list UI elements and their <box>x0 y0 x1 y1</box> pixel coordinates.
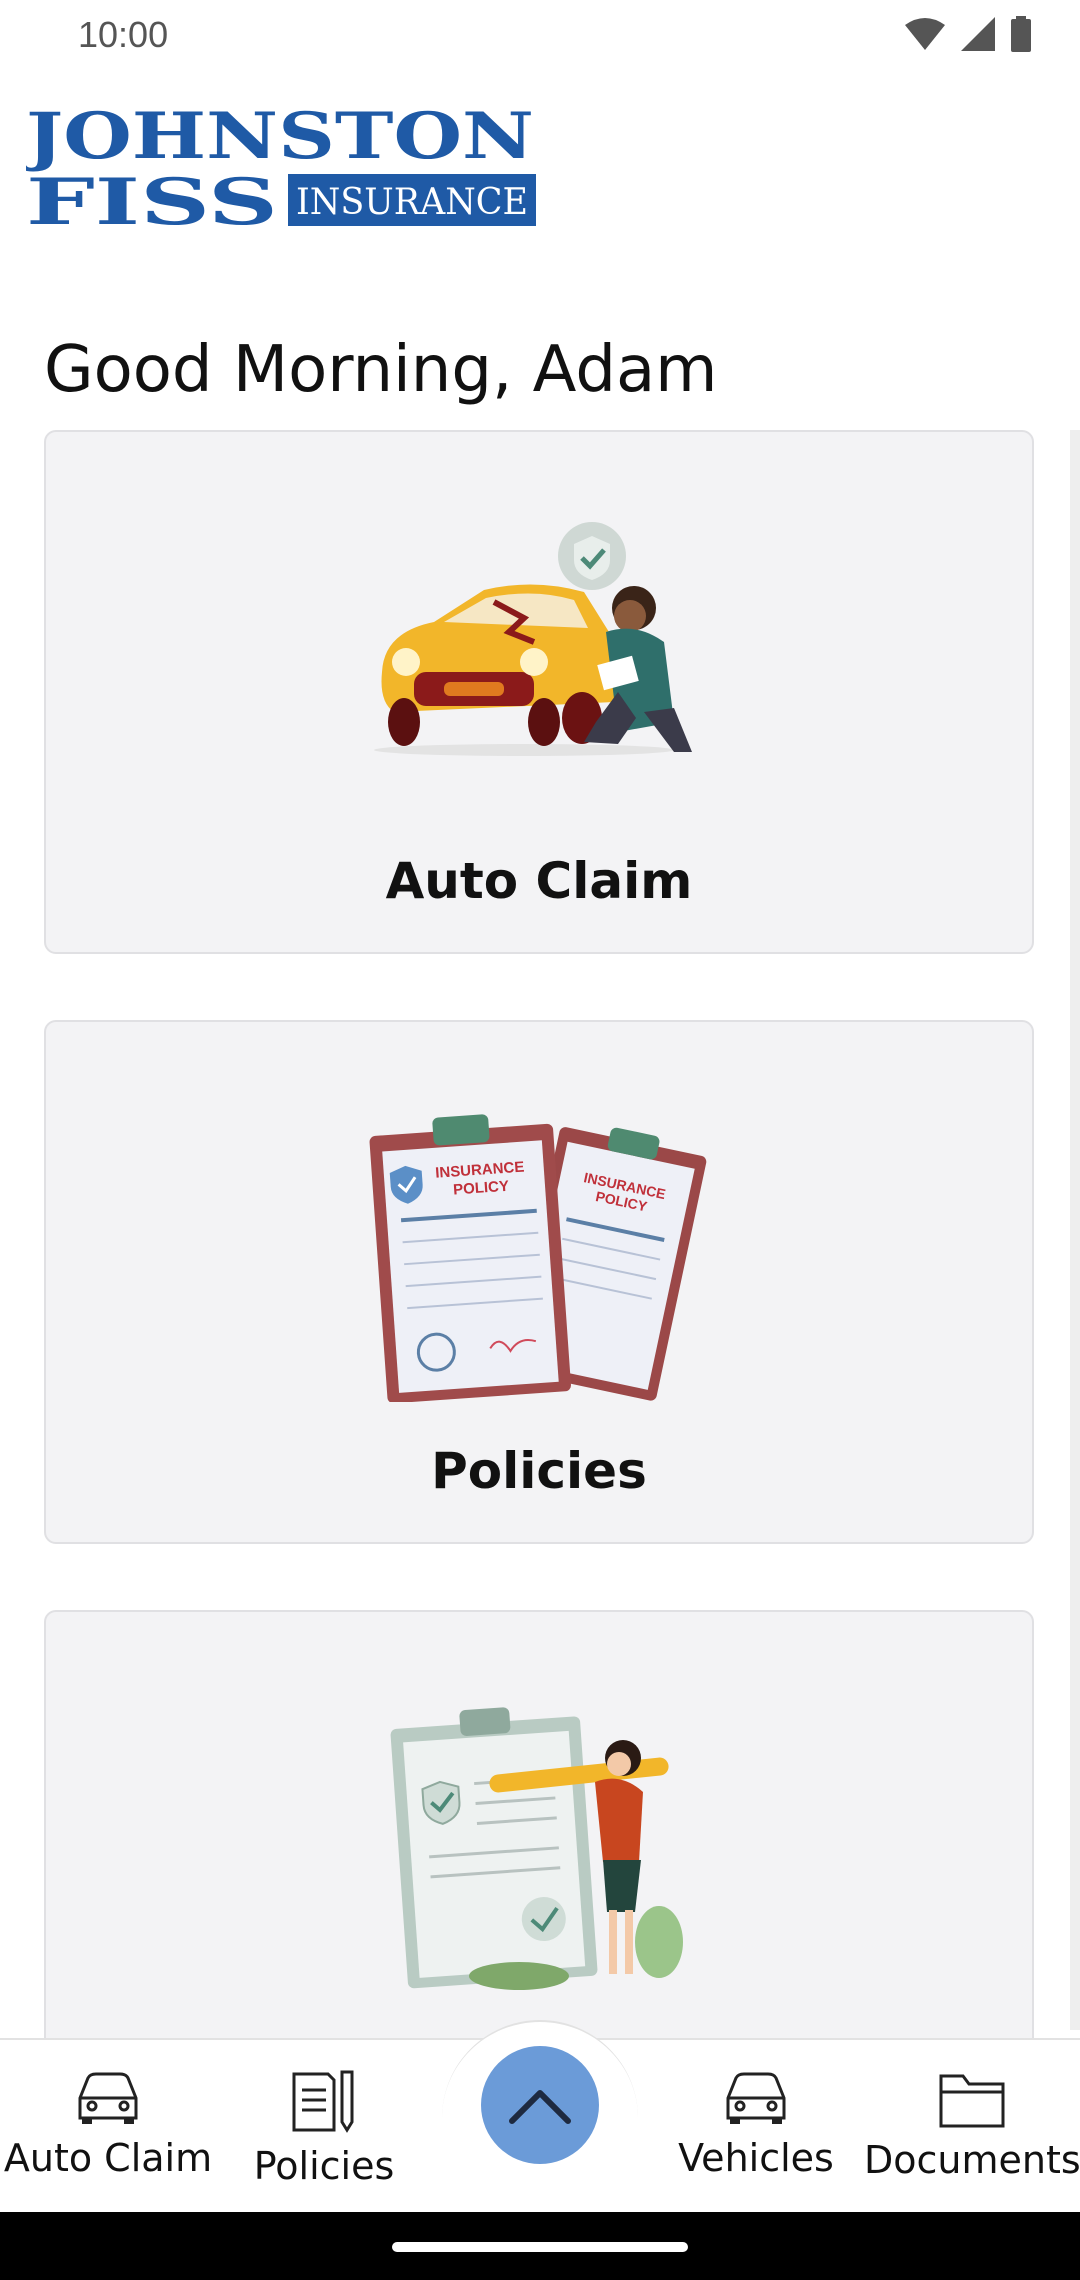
nav-documents[interactable]: Documents <box>864 2068 1080 2182</box>
folder-icon <box>939 2074 1005 2128</box>
home-gesture-handle[interactable] <box>392 2242 688 2252</box>
brand-logo: JOHNSTON FISS INSURANCE <box>20 99 536 240</box>
svg-text:FISS: FISS <box>26 165 278 230</box>
status-bar: 10:00 <box>0 0 1080 70</box>
nav-label: Auto Claim <box>3 2136 213 2180</box>
policies-illustration: INSURANCE POLICY INSURANCE POLICY <box>364 1110 714 1404</box>
status-icons <box>904 14 1032 54</box>
signal-icon <box>961 17 995 51</box>
wifi-icon <box>905 18 945 50</box>
document-pen-icon <box>292 2070 354 2133</box>
nav-label: Documents <box>864 2138 1080 2182</box>
policies-card[interactable]: INSURANCE POLICY INSURANCE POLICY Polici… <box>44 1020 1034 1544</box>
card-label-policies: Policies <box>431 1442 647 1500</box>
nav-policies[interactable]: Policies <box>216 2068 432 2188</box>
status-time: 10:00 <box>78 14 169 55</box>
checklist-illustration <box>389 1702 689 1992</box>
nav-label: Policies <box>253 2144 395 2188</box>
greeting-title: Good Morning, Adam <box>44 332 718 407</box>
nav-label: Vehicles <box>678 2136 834 2180</box>
car-icon <box>726 2072 786 2124</box>
car-icon <box>78 2072 138 2124</box>
car-damage-illustration <box>374 522 704 762</box>
chevron-up-icon <box>509 2090 571 2124</box>
battery-icon <box>1011 16 1031 52</box>
scrollbar[interactable] <box>1070 430 1080 2030</box>
checklist-card[interactable] <box>44 1610 1034 2050</box>
scroll-up-fab[interactable] <box>481 2046 599 2164</box>
auto-claim-card[interactable]: Auto Claim <box>44 430 1034 954</box>
nav-auto-claim[interactable]: Auto Claim <box>0 2068 216 2180</box>
card-label-auto-claim: Auto Claim <box>385 852 693 910</box>
svg-text:JOHNSTON: JOHNSTON <box>26 100 534 174</box>
nav-vehicles[interactable]: Vehicles <box>648 2068 864 2180</box>
svg-text:INSURANCE: INSURANCE <box>296 182 528 223</box>
